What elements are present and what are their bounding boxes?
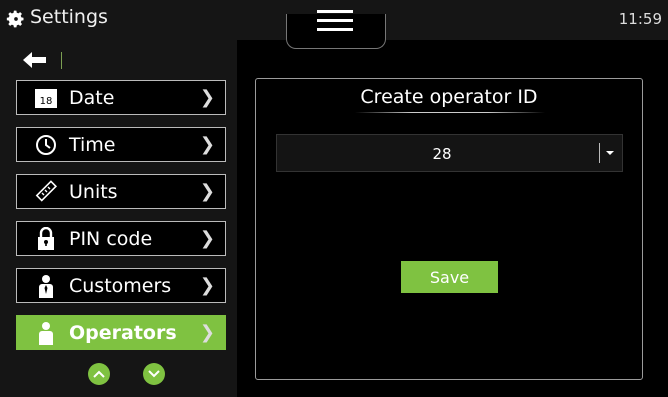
sidebar-item-label: Units [69,180,118,203]
sidebar-item-customers[interactable]: Customers ❯ [16,268,226,303]
chevron-right-icon: ❯ [199,134,215,155]
sidebar-item-label: Operators [69,321,177,344]
sidebar-item-operators[interactable]: Operators ❯ [16,315,226,350]
scroll-up-button[interactable] [88,363,110,385]
back-separator [61,52,62,69]
sidebar-item-units[interactable]: Units ❯ [16,174,226,209]
back-arrow-icon [23,52,46,68]
clock-time: 11:59 [618,10,662,28]
sidebar-item-date[interactable]: 18 Date ❯ [16,80,226,115]
top-bar: Settings 11:59 [0,0,668,49]
sidebar-item-pin-code[interactable]: PIN code ❯ [16,221,226,256]
title-underline [355,112,545,113]
hamburger-menu-icon[interactable] [317,10,353,36]
scroll-down-button[interactable] [143,363,165,385]
create-operator-panel: Create operator ID 28 Save [255,78,643,380]
lock-icon [33,226,59,252]
person-icon [33,320,59,346]
person-icon [33,273,59,299]
sidebar-item-label: Date [69,86,115,109]
panel-title: Create operator ID [360,86,538,108]
clock-icon [33,132,59,158]
sidebar-item-time[interactable]: Time ❯ [16,127,226,162]
chevron-right-icon: ❯ [199,228,215,249]
dropdown-caret-icon [606,151,614,155]
back-button[interactable] [23,50,63,70]
chevron-right-icon: ❯ [199,87,215,108]
gear-icon [6,10,24,28]
calendar-day: 18 [40,96,53,107]
save-button[interactable]: Save [401,261,498,293]
page-title: Settings [30,6,108,28]
calendar-icon: 18 [33,85,59,111]
operator-id-select[interactable]: 28 [276,134,623,172]
ruler-icon [33,179,59,205]
select-divider [599,143,600,163]
sidebar-item-label: Time [69,133,116,156]
chevron-down-icon [148,370,160,378]
sidebar-item-label: Customers [69,274,172,297]
sidebar-item-label: PIN code [69,227,153,250]
chevron-up-icon [93,370,105,378]
chevron-right-icon: ❯ [199,275,215,296]
chevron-right-icon: ❯ [199,181,215,202]
chevron-right-icon: ❯ [199,322,215,343]
scroll-controls [85,363,165,387]
operator-id-value: 28 [432,145,452,163]
